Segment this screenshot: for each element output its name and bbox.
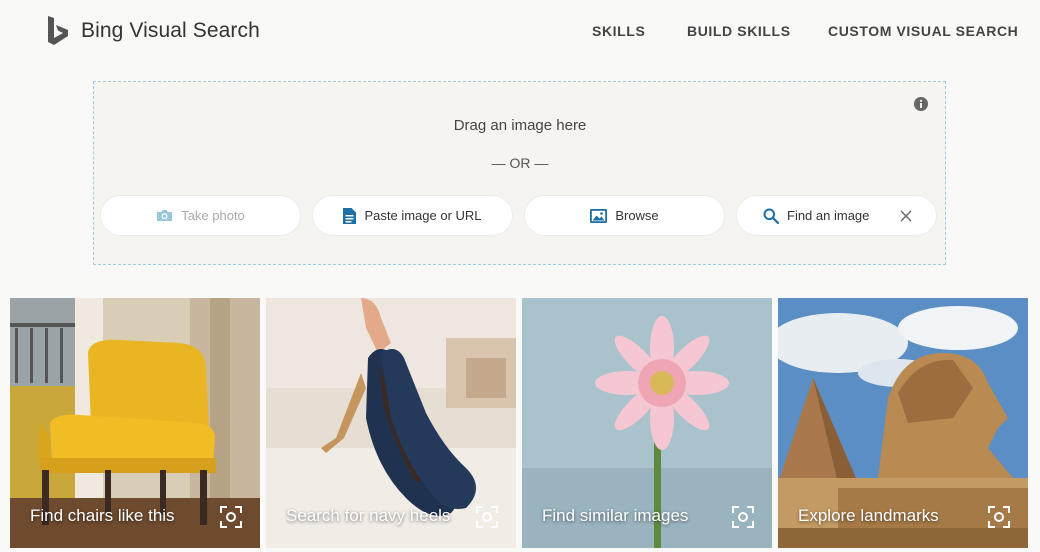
visual-search-icon[interactable] (220, 506, 242, 528)
document-icon (343, 207, 357, 224)
paste-image-label: Paste image or URL (364, 208, 482, 223)
take-photo-button[interactable]: Take photo (100, 195, 301, 236)
card-label: Explore landmarks (798, 506, 939, 525)
close-icon[interactable] (900, 210, 912, 222)
take-photo-label: Take photo (181, 208, 245, 223)
header: Bing Visual Search SKILLS BUILD SKILLS C… (0, 0, 1040, 64)
card-label: Find chairs like this (30, 506, 175, 525)
search-icon[interactable] (763, 208, 779, 224)
nav-build-skills[interactable]: BUILD SKILLS (687, 23, 791, 39)
card-chairs[interactable]: Find chairs like this (10, 298, 260, 548)
visual-search-icon[interactable] (732, 506, 754, 528)
nav-custom-visual-search[interactable]: CUSTOM VISUAL SEARCH (828, 23, 1018, 39)
find-image-search-box[interactable] (736, 195, 937, 236)
card-label: Search for navy heels (286, 506, 451, 525)
card-landmarks[interactable]: Explore landmarks (778, 298, 1028, 548)
card-heels[interactable]: Search for navy heels (266, 298, 516, 548)
bing-logo-icon[interactable] (46, 16, 70, 46)
brand-title[interactable]: Bing Visual Search (81, 19, 260, 43)
visual-search-icon[interactable] (476, 506, 498, 528)
drag-instruction: Drag an image here (453, 117, 587, 134)
find-image-input[interactable] (787, 208, 887, 223)
or-divider: — OR — (491, 155, 549, 171)
card-label: Find similar images (542, 506, 689, 525)
nav-skills[interactable]: SKILLS (592, 23, 645, 39)
image-drop-zone[interactable] (93, 81, 946, 265)
browse-button[interactable]: Browse (524, 195, 725, 236)
camera-icon (157, 210, 173, 221)
info-icon[interactable] (914, 97, 928, 111)
paste-image-button[interactable]: Paste image or URL (312, 195, 513, 236)
card-flowers[interactable]: Find similar images (522, 298, 772, 548)
browse-label: Browse (615, 208, 659, 223)
image-icon (590, 208, 608, 223)
visual-search-icon[interactable] (988, 506, 1010, 528)
